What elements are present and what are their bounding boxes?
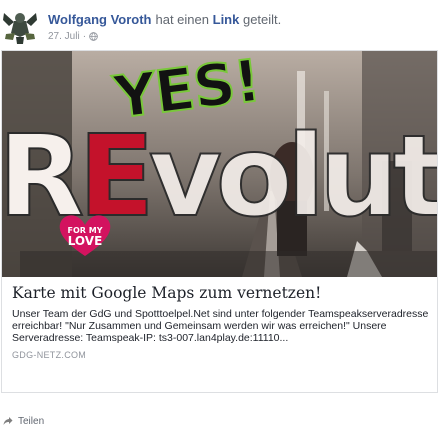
link-cover-image[interactable]: YES! REvolution FOR MY LOVE — [2, 51, 437, 277]
share-arrow-icon — [3, 417, 13, 425]
post-date[interactable]: 27. Juli — [48, 31, 80, 42]
author-name[interactable]: Wolfgang Voroth — [48, 12, 152, 27]
cover-revolution-rest: volution — [148, 112, 437, 242]
meta-separator: · — [82, 31, 87, 42]
post-actions: Teilen — [0, 411, 44, 431]
love-badge-line2: LOVE — [67, 234, 103, 248]
avatar-image — [1, 7, 39, 45]
post-header: Wolfgang Voroth hat einen Link geteilt. 2… — [0, 0, 448, 50]
link-title[interactable]: Karte mit Google Maps zum vernetzen! — [12, 283, 432, 303]
love-badge-text: FOR MY LOVE — [59, 227, 111, 248]
post-meta: 27. Juli · — [48, 31, 98, 42]
link-info[interactable]: Karte mit Google Maps zum vernetzen! Uns… — [12, 283, 432, 360]
link-domain: GDG-NETZ.COM — [12, 350, 87, 360]
shared-suffix: geteilt. — [239, 12, 282, 27]
avatar[interactable] — [1, 7, 39, 45]
share-button[interactable]: Teilen — [0, 416, 44, 427]
globe-icon — [89, 32, 98, 41]
link-word[interactable]: Link — [213, 12, 240, 27]
shared-text: hat einen — [155, 12, 210, 27]
share-label: Teilen — [18, 415, 45, 427]
post-headline: Wolfgang Voroth hat einen Link geteilt. — [48, 12, 281, 28]
link-description: Unser Team der GdG und Spotttoelpel.Net … — [12, 308, 429, 344]
link-attachment[interactable]: YES! REvolution FOR MY LOVE Karte mit Go… — [1, 50, 438, 393]
